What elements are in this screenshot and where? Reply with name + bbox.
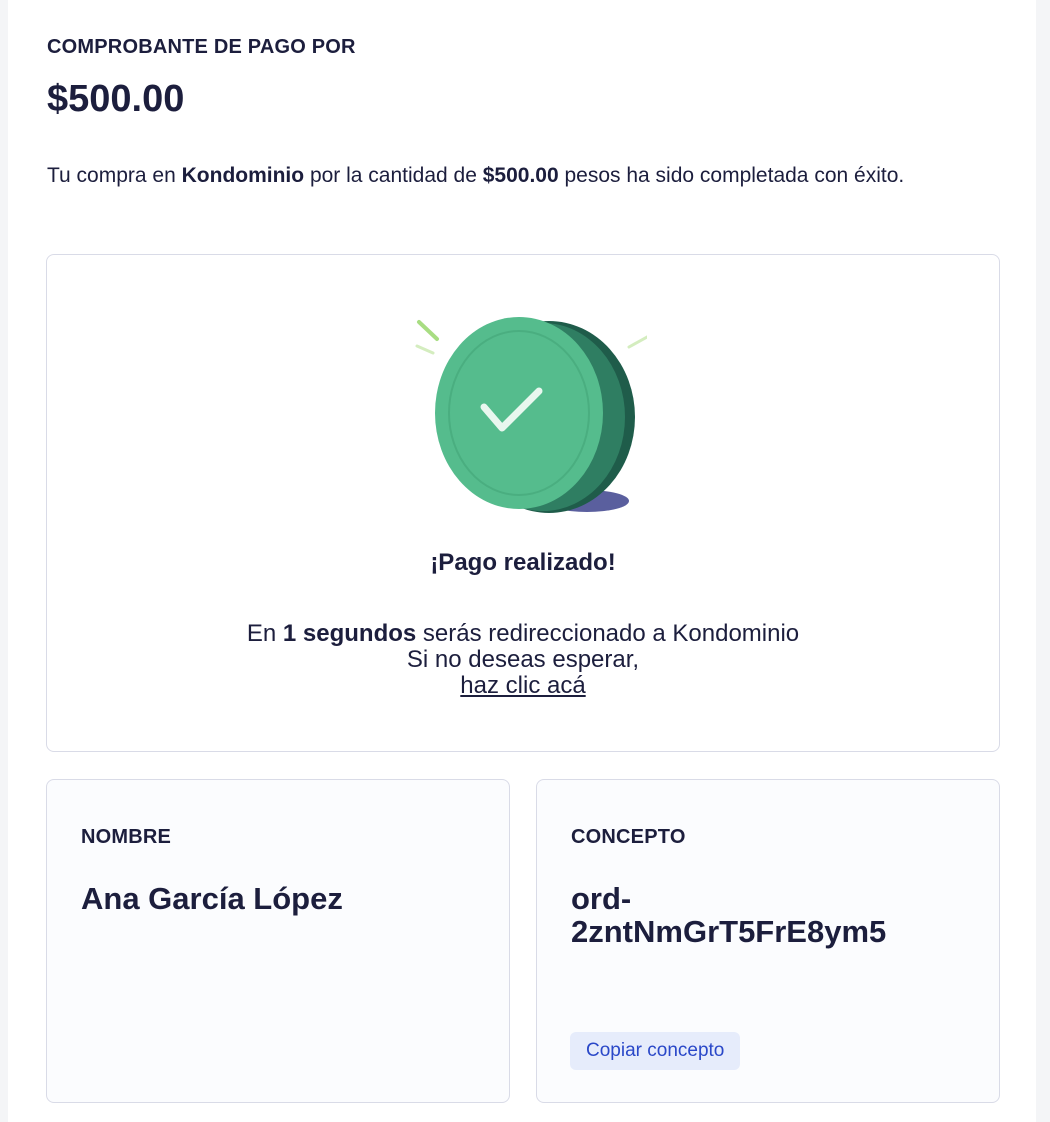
message-middle: por la cantidad de xyxy=(304,164,483,187)
name-label: NOMBRE xyxy=(81,826,172,848)
receipt-label: COMPROBANTE DE PAGO POR xyxy=(47,36,356,58)
redirect-countdown: 1 segundos xyxy=(282,620,417,647)
concept-card: CONCEPTO ord- 2zntNmGrT5FrE8ym5 Copiar c… xyxy=(536,779,1000,1103)
message-merchant: Kondominio xyxy=(181,164,305,187)
message-suffix: pesos ha sido completada con éxito. xyxy=(558,164,905,187)
payment-receipt-page: COMPROBANTE DE PAGO POR $500.00 Tu compr… xyxy=(8,0,1036,1122)
redirect-suffix: serás redireccionado a Kondominio xyxy=(416,620,800,647)
name-card: NOMBRE Ana García López xyxy=(46,779,510,1103)
copy-concept-button[interactable]: Copiar concepto xyxy=(570,1032,741,1070)
redirect-now-link[interactable]: haz clic acá xyxy=(460,672,585,699)
redirect-prefix: En xyxy=(246,620,283,647)
concept-label: CONCEPTO xyxy=(571,826,686,848)
coin-check-icon xyxy=(415,317,647,513)
message-prefix: Tu compra en xyxy=(47,164,182,187)
concept-value: ord- 2zntNmGrT5FrE8ym5 xyxy=(571,881,887,949)
success-title: ¡Pago realizado! xyxy=(430,549,616,576)
redirect-notice: En 1 segundos serás redireccionado a Kon… xyxy=(47,621,999,699)
purchase-message: Tu compra en Kondominio por la cantidad … xyxy=(47,150,1007,202)
redirect-line: En 1 segundos serás redireccionado a Kon… xyxy=(47,621,999,647)
message-amount: $500.00 xyxy=(482,164,559,187)
payment-success-card: ¡Pago realizado! En 1 segundos serás red… xyxy=(46,254,1000,752)
name-value: Ana García López xyxy=(81,881,343,916)
wait-text: Si no deseas esperar, xyxy=(406,646,640,673)
receipt-amount: $500.00 xyxy=(47,78,185,120)
